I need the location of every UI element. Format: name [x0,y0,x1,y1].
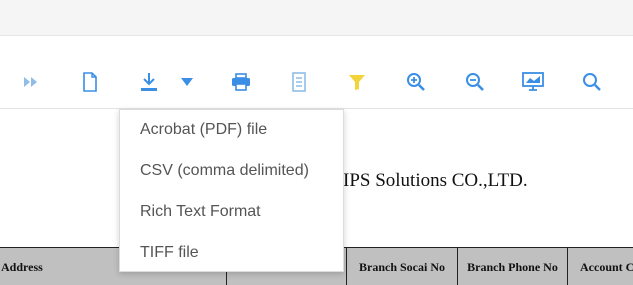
zoom-in-icon[interactable] [404,70,428,94]
zoom-out-icon[interactable] [463,70,487,94]
column-header-account: Account C [567,247,633,285]
last-page-icon[interactable] [19,70,43,94]
filter-icon[interactable] [345,70,369,94]
export-dropdown-menu: Acrobat (PDF) file CSV (comma delimited)… [119,109,344,272]
company-name: IPS Solutions CO.,LTD. [343,170,528,191]
page-icon[interactable] [78,70,102,94]
download-icon[interactable] [137,70,161,94]
column-header-branch-socai-no: Branch Socai No [346,247,458,285]
search-icon[interactable] [580,70,604,94]
print-icon[interactable] [229,70,253,94]
top-bar [0,0,633,36]
export-csv-option[interactable]: CSV (comma delimited) [120,151,343,191]
report-toolbar [0,36,633,109]
monitor-icon[interactable] [521,70,545,94]
column-header-branch-phone-no: Branch Phone No [457,247,568,285]
export-tiff-option[interactable]: TIFF file [120,233,343,273]
export-pdf-option[interactable]: Acrobat (PDF) file [120,110,343,150]
dropdown-arrow-icon[interactable] [175,70,199,94]
export-rtf-option[interactable]: Rich Text Format [120,192,343,232]
document-icon[interactable] [287,70,311,94]
